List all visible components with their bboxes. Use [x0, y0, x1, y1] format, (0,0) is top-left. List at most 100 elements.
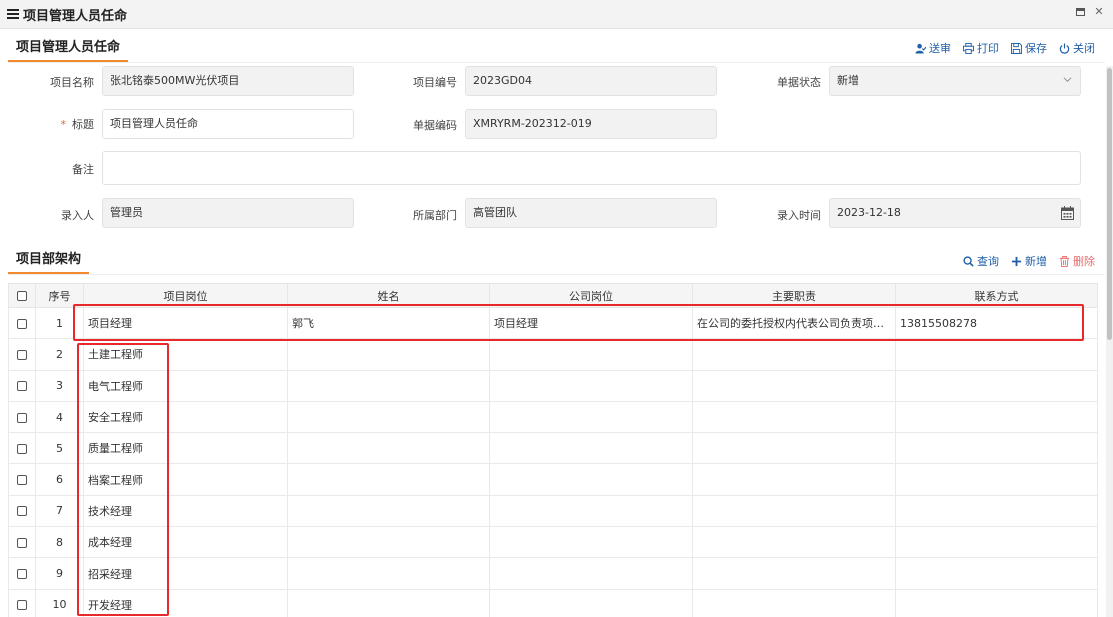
column-header-company-post[interactable]: 公司岗位 [489, 283, 693, 308]
cell-company-post[interactable] [489, 494, 693, 528]
cell-duty[interactable] [692, 400, 896, 434]
form-section-tab[interactable]: 项目管理人员任命 [8, 36, 129, 62]
cell-duty[interactable] [692, 432, 896, 465]
table-row[interactable]: 3 电气工程师 [8, 369, 1098, 402]
cell-company-post[interactable] [489, 432, 693, 465]
vertical-scrollbar[interactable] [1106, 66, 1113, 617]
cell-name[interactable] [287, 338, 490, 371]
row-select-cell[interactable] [8, 463, 36, 496]
cell-company-post[interactable] [489, 338, 693, 371]
cell-name[interactable] [287, 557, 490, 590]
calendar-icon[interactable] [1061, 206, 1074, 220]
row-checkbox[interactable] [17, 506, 27, 517]
cell-name[interactable] [287, 588, 490, 617]
project-code-field[interactable]: 2023GD04 [465, 66, 717, 96]
cell-name[interactable] [287, 369, 490, 402]
cell-company-post[interactable] [489, 526, 693, 559]
menu-icon[interactable] [7, 9, 19, 19]
row-checkbox[interactable] [17, 537, 27, 548]
column-header-name[interactable]: 姓名 [287, 283, 490, 308]
cell-post[interactable]: 安全工程师 [83, 400, 288, 434]
department-field[interactable]: 高管团队 [465, 198, 717, 228]
submit-button[interactable]: 送审 [915, 40, 951, 56]
cell-duty[interactable] [692, 463, 896, 496]
row-select-cell[interactable] [8, 494, 36, 528]
cell-name[interactable] [287, 526, 490, 559]
entered-by-field[interactable]: 管理员 [102, 198, 354, 228]
project-name-field[interactable]: 张北铭泰500MW光伏项目 [102, 66, 354, 96]
row-select-cell[interactable] [8, 557, 36, 590]
row-select-cell[interactable] [8, 432, 36, 465]
row-select-cell[interactable] [8, 306, 36, 340]
cell-name[interactable] [287, 494, 490, 528]
cell-contact[interactable] [895, 463, 1098, 496]
doc-status-select[interactable]: 新增 [829, 66, 1081, 96]
cell-post[interactable]: 电气工程师 [83, 369, 288, 402]
remark-input[interactable] [102, 151, 1081, 185]
doc-code-field[interactable]: XMRYRM-202312-019 [465, 109, 717, 139]
cell-company-post[interactable]: 项目经理 [489, 306, 693, 340]
table-row[interactable]: 10 开发经理 [8, 588, 1098, 617]
row-checkbox[interactable] [17, 318, 27, 329]
cell-contact[interactable] [895, 494, 1098, 528]
table-row[interactable]: 4 安全工程师 [8, 400, 1098, 434]
entered-at-field[interactable]: 2023-12-18 [829, 198, 1081, 228]
cell-contact[interactable] [895, 557, 1098, 590]
row-checkbox[interactable] [17, 569, 27, 580]
cell-post[interactable]: 技术经理 [83, 494, 288, 528]
row-checkbox[interactable] [17, 443, 27, 454]
cell-name[interactable] [287, 400, 490, 434]
cell-name[interactable]: 郭飞 [287, 306, 490, 340]
maximize-icon[interactable] [1076, 8, 1085, 16]
cell-duty[interactable] [692, 588, 896, 617]
row-select-cell[interactable] [8, 338, 36, 371]
close-window-icon[interactable]: ✕ [1093, 6, 1105, 18]
table-row[interactable]: 6 档案工程师 [8, 463, 1098, 496]
cell-name[interactable] [287, 432, 490, 465]
scrollbar-thumb[interactable] [1107, 68, 1112, 340]
title-input[interactable]: 项目管理人员任命 [102, 109, 354, 139]
cell-post[interactable]: 档案工程师 [83, 463, 288, 496]
table-row[interactable]: 9 招采经理 [8, 557, 1098, 590]
cell-contact[interactable] [895, 432, 1098, 465]
table-row[interactable]: 8 成本经理 [8, 526, 1098, 559]
select-all-cell[interactable] [8, 283, 36, 308]
cell-duty[interactable] [692, 494, 896, 528]
cell-post[interactable]: 开发经理 [83, 588, 288, 617]
close-button[interactable]: 关闭 [1059, 40, 1095, 56]
row-checkbox[interactable] [17, 600, 27, 611]
row-checkbox[interactable] [17, 381, 27, 392]
column-header-no[interactable]: 序号 [35, 283, 84, 308]
cell-name[interactable] [287, 463, 490, 496]
cell-company-post[interactable] [489, 400, 693, 434]
cell-duty[interactable] [692, 369, 896, 402]
delete-button[interactable]: 删除 [1059, 253, 1095, 269]
cell-contact[interactable] [895, 338, 1098, 371]
cell-contact[interactable]: 13815508278 [895, 306, 1098, 340]
cell-company-post[interactable] [489, 557, 693, 590]
row-checkbox[interactable] [17, 349, 27, 360]
table-row[interactable]: 2 土建工程师 [8, 338, 1098, 371]
cell-contact[interactable] [895, 400, 1098, 434]
print-button[interactable]: 打印 [963, 40, 999, 56]
cell-post[interactable]: 质量工程师 [83, 432, 288, 465]
cell-post[interactable]: 成本经理 [83, 526, 288, 559]
cell-duty[interactable] [692, 557, 896, 590]
row-select-cell[interactable] [8, 588, 36, 617]
table-row[interactable]: 1 项目经理 郭飞 项目经理 在公司的委托授权内代表公司负责项目的... 13815508… [8, 306, 1098, 340]
cell-contact[interactable] [895, 588, 1098, 617]
row-select-cell[interactable] [8, 369, 36, 402]
row-select-cell[interactable] [8, 526, 36, 559]
cell-contact[interactable] [895, 526, 1098, 559]
select-all-checkbox[interactable] [17, 291, 27, 301]
column-header-post[interactable]: 项目岗位 [83, 283, 288, 308]
add-button[interactable]: 新增 [1011, 253, 1047, 269]
cell-post[interactable]: 招采经理 [83, 557, 288, 590]
cell-duty[interactable] [692, 526, 896, 559]
table-row[interactable]: 5 质量工程师 [8, 432, 1098, 465]
cell-post[interactable]: 土建工程师 [83, 338, 288, 371]
cell-company-post[interactable] [489, 463, 693, 496]
cell-company-post[interactable] [489, 588, 693, 617]
row-checkbox[interactable] [17, 475, 27, 486]
query-button[interactable]: 查询 [963, 253, 999, 269]
